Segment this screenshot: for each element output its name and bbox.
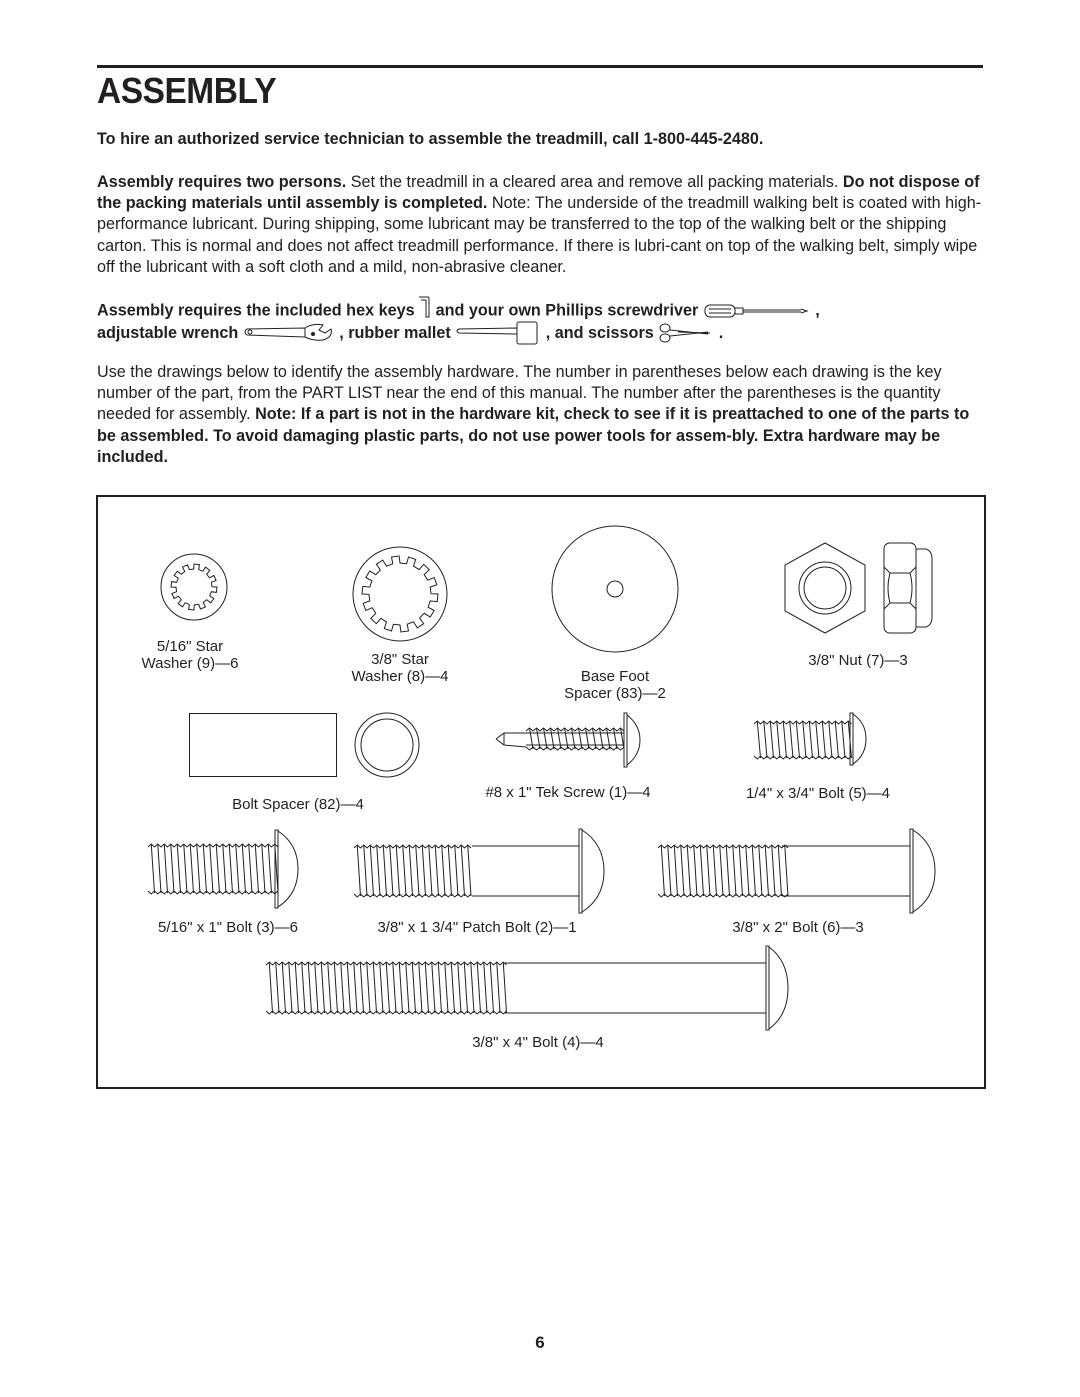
part-label-line: Washer (9)—6: [141, 655, 239, 672]
part-label-line: 3/8" Star: [371, 651, 429, 668]
five-sixteenths-bolt-drawing: [147, 829, 299, 909]
paragraph-text: Set the treadmill in a cleared area and …: [346, 173, 843, 191]
scissors-icon: [659, 323, 711, 343]
part-label-line: 5/16" Star: [156, 638, 224, 655]
hex-key-icon: [359, 296, 430, 318]
part-label: 3/8" x 1 3/4" Patch Bolt (2)—1: [377, 919, 577, 936]
part-label: Base Foot Spacer (83)—2: [550, 668, 680, 702]
tek-screw-drawing: [495, 712, 641, 768]
part-label: 3/8" Nut (7)—3: [808, 652, 908, 669]
patch-bolt-drawing: [353, 828, 605, 914]
wrench-icon: [244, 323, 332, 341]
tools-list: Assembly requires the included hex keys …: [97, 296, 997, 345]
hardware-box: 5/16" Star Washer (9)—6 3/8" Star Washer…: [96, 495, 986, 1089]
base-foot-spacer-drawing: [551, 525, 679, 653]
bolt-spacer-drawing: [189, 712, 420, 778]
part-label: 3/8" Star Washer (8)—4: [320, 651, 480, 685]
mallet-icon: [456, 321, 538, 345]
tools-text: adjustable wrench: [97, 324, 239, 342]
part-label: 5/16" Star Washer (9)—6: [130, 638, 250, 672]
screwdriver-icon: [704, 304, 809, 318]
tools-text: , and scissors: [545, 324, 654, 342]
three-eighths-four-inch-bolt-drawing: [265, 945, 789, 1031]
tools-text: .: [718, 324, 724, 342]
assembly-paragraph: Assembly requires two persons. Set the t…: [97, 172, 987, 278]
three-eighths-two-inch-bolt-drawing: [657, 828, 936, 914]
part-label: 3/8" x 2" Bolt (6)—3: [732, 919, 864, 936]
page-number: 6: [535, 1333, 545, 1352]
tools-text: ,: [815, 301, 820, 320]
part-label-line: Spacer (83)—2: [564, 685, 666, 702]
part-label: 5/16" x 1" Bolt (3)—6: [158, 919, 298, 936]
tools-text: Assembly requires the included hex keys: [97, 301, 415, 320]
nut-drawing: [784, 542, 933, 634]
star-washer-small-drawing: [160, 553, 228, 621]
part-label-line: Base Foot: [580, 668, 650, 685]
tools-text: and your own Phillips screwdriver: [435, 301, 699, 320]
part-label: 3/8" x 4" Bolt (4)—4: [472, 1034, 604, 1051]
header-rule: [97, 65, 983, 68]
star-washer-large-drawing: [352, 546, 448, 642]
hardware-paragraph: Use the drawings below to identify the a…: [97, 362, 987, 468]
service-line: To hire an authorized service technician…: [97, 130, 764, 148]
quarter-inch-bolt-drawing: [753, 712, 867, 766]
part-label: 1/4" x 3/4" Bolt (5)—4: [745, 785, 891, 802]
part-label: #8 x 1" Tek Screw (1)—4: [485, 784, 651, 801]
part-label-line: Washer (8)—4: [351, 668, 449, 685]
part-label: Bolt Spacer (82)—4: [232, 796, 364, 813]
page-title: ASSEMBLY: [97, 70, 277, 111]
two-persons-note: Assembly requires two persons.: [97, 173, 347, 191]
tools-text: , rubber mallet: [339, 324, 451, 342]
